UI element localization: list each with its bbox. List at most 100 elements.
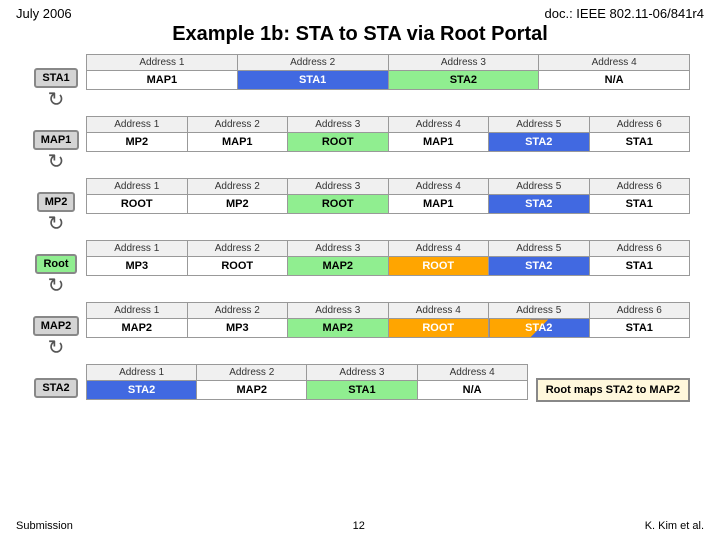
col-header: Address 6 xyxy=(589,179,690,195)
col-header: Address 3 xyxy=(288,117,389,133)
col-header: Address 3 xyxy=(388,55,539,71)
main-title: Example 1b: STA to STA via Root Portal xyxy=(0,23,720,46)
cell-2-3: MAP1 xyxy=(388,195,489,214)
table-container-2: Address 1Address 2Address 3Address 4Addr… xyxy=(86,178,690,214)
col-header: Address 2 xyxy=(187,241,288,257)
col-header: Address 1 xyxy=(87,365,197,381)
sta-arrow-4: ↻ xyxy=(48,338,65,358)
cell-4-5: STA1 xyxy=(589,319,690,338)
cell-2-1: MP2 xyxy=(187,195,288,214)
footer-right: K. Kim et al. xyxy=(645,520,704,532)
cell-1-1: MAP1 xyxy=(187,133,288,152)
row-group-2: MP2↻Address 1Address 2Address 3Address 4… xyxy=(30,178,690,234)
addr-table-0: Address 1Address 2Address 3Address 4MAP1… xyxy=(86,54,690,90)
addr-table-3: Address 1Address 2Address 3Address 4Addr… xyxy=(86,240,690,276)
col-header: Address 4 xyxy=(388,241,489,257)
col-header: Address 5 xyxy=(489,179,590,195)
footer-left: Submission xyxy=(16,520,73,532)
col-header: Address 6 xyxy=(589,241,690,257)
cell-2-2: ROOT xyxy=(288,195,389,214)
cell-5-2: STA1 xyxy=(307,381,417,400)
row-group-0: STA1↻Address 1Address 2Address 3Address … xyxy=(30,54,690,110)
col-header: Address 5 xyxy=(489,303,590,319)
sta-arrow-0: ↻ xyxy=(48,90,65,110)
cell-3-4: STA2 xyxy=(489,257,590,276)
addr-table-1: Address 1Address 2Address 3Address 4Addr… xyxy=(86,116,690,152)
cell-1-2: ROOT xyxy=(288,133,389,152)
sta-label-4: MAP2↻ xyxy=(30,316,82,358)
col-header: Address 4 xyxy=(539,55,690,71)
col-header: Address 5 xyxy=(489,117,590,133)
col-header: Address 1 xyxy=(87,117,188,133)
cell-1-3: MAP1 xyxy=(388,133,489,152)
cell-3-0: MP3 xyxy=(87,257,188,276)
cell-0-2: STA2 xyxy=(388,71,539,90)
cell-4-3: ROOT xyxy=(388,319,489,338)
header-bar: July 2006 doc.: IEEE 802.11-06/841r4 xyxy=(0,0,720,23)
table-container-0: Address 1Address 2Address 3Address 4MAP1… xyxy=(86,54,690,90)
row-group-4: MAP2↻Address 1Address 2Address 3Address … xyxy=(30,302,690,358)
sta-box-0: STA1 xyxy=(34,68,77,88)
row-group-5: STA2Address 1Address 2Address 3Address 4… xyxy=(30,364,690,402)
cell-0-3: N/A xyxy=(539,71,690,90)
col-header: Address 2 xyxy=(187,179,288,195)
cell-4-0: MAP2 xyxy=(87,319,188,338)
cell-0-0: MAP1 xyxy=(87,71,238,90)
table-container-3: Address 1Address 2Address 3Address 4Addr… xyxy=(86,240,690,276)
col-header: Address 3 xyxy=(288,303,389,319)
addr-table-4: Address 1Address 2Address 3Address 4Addr… xyxy=(86,302,690,338)
sta-label-1: MAP1↻ xyxy=(30,130,82,172)
cell-4-1: MP3 xyxy=(187,319,288,338)
col-header: Address 4 xyxy=(388,179,489,195)
col-header: Address 4 xyxy=(417,365,527,381)
sta-arrow-2: ↻ xyxy=(48,214,65,234)
col-header: Address 4 xyxy=(388,117,489,133)
col-header: Address 5 xyxy=(489,241,590,257)
cell-0-1: STA1 xyxy=(237,71,388,90)
note-box-5: Root maps STA2 to MAP2 xyxy=(536,378,690,402)
sta-label-2: MP2↻ xyxy=(30,192,82,234)
cell-3-3: ROOT xyxy=(388,257,489,276)
sta-box-3: Root xyxy=(35,254,76,274)
col-header: Address 3 xyxy=(307,365,417,381)
cell-1-0: MP2 xyxy=(87,133,188,152)
cell-3-1: ROOT xyxy=(187,257,288,276)
col-header: Address 2 xyxy=(187,303,288,319)
col-header: Address 1 xyxy=(87,179,188,195)
col-header: Address 1 xyxy=(87,303,188,319)
col-header: Address 1 xyxy=(87,241,188,257)
col-header: Address 4 xyxy=(388,303,489,319)
cell-5-0: STA2 xyxy=(87,381,197,400)
col-header: Address 3 xyxy=(288,179,389,195)
row-group-1: MAP1↻Address 1Address 2Address 3Address … xyxy=(30,116,690,172)
col-header: Address 3 xyxy=(288,241,389,257)
table-container-5: Address 1Address 2Address 3Address 4 STA2… xyxy=(86,364,528,400)
sta-box-2: MP2 xyxy=(37,192,76,212)
sta-arrow-1: ↻ xyxy=(48,152,65,172)
col-header: Address 2 xyxy=(187,117,288,133)
table-container-4: Address 1Address 2Address 3Address 4Addr… xyxy=(86,302,690,338)
header-left: July 2006 xyxy=(16,6,72,21)
cell-2-5: STA1 xyxy=(589,195,690,214)
footer-center: 12 xyxy=(353,520,365,532)
addr-table-2: Address 1Address 2Address 3Address 4Addr… xyxy=(86,178,690,214)
sta-label-5: STA2 xyxy=(30,378,82,398)
footer-bar: Submission 12 K. Kim et al. xyxy=(0,516,720,536)
sta-box-1: MAP1 xyxy=(33,130,80,150)
content-area: STA1↻Address 1Address 2Address 3Address … xyxy=(0,54,720,402)
cell-2-4: STA2 xyxy=(489,195,590,214)
sta-arrow-3: ↻ xyxy=(48,276,65,296)
table-container-1: Address 1Address 2Address 3Address 4Addr… xyxy=(86,116,690,152)
cell-1-5: STA1 xyxy=(589,133,690,152)
sta-label-3: Root↻ xyxy=(30,254,82,296)
sta-label-0: STA1↻ xyxy=(30,68,82,110)
col-header: Address 2 xyxy=(237,55,388,71)
cell-4-2: MAP2 xyxy=(288,319,389,338)
col-header: Address 6 xyxy=(589,117,690,133)
header-right: doc.: IEEE 802.11-06/841r4 xyxy=(545,6,704,21)
cell-5-1: MAP2 xyxy=(197,381,307,400)
col-header: Address 2 xyxy=(197,365,307,381)
cell-2-0: ROOT xyxy=(87,195,188,214)
sta-box-4: MAP2 xyxy=(33,316,80,336)
cell-1-4: STA2 xyxy=(489,133,590,152)
